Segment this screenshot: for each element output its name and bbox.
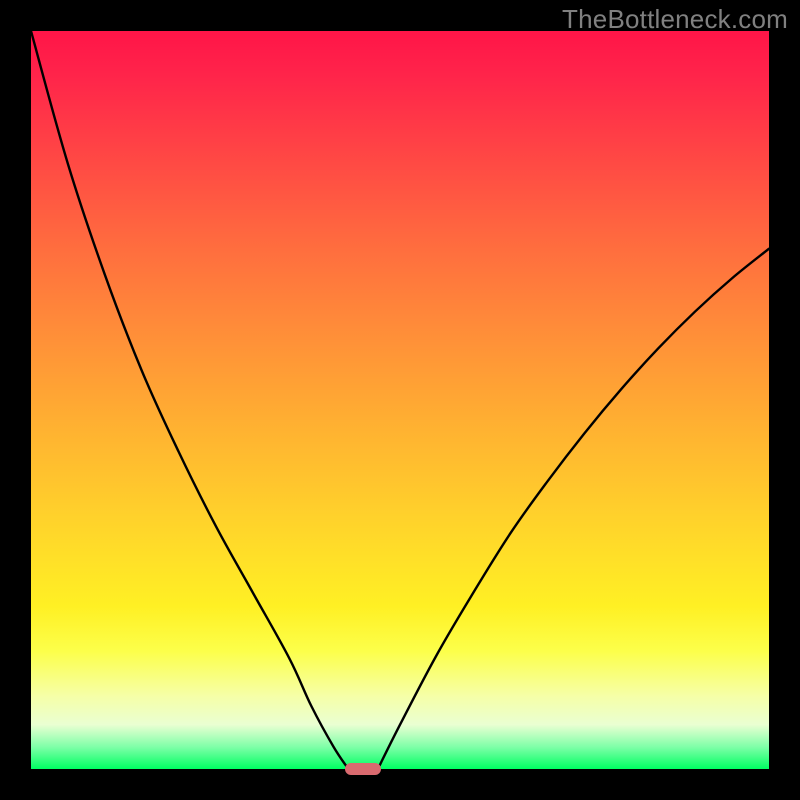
chart-container: TheBottleneck.com xyxy=(0,0,800,800)
right-branch-curve xyxy=(378,249,769,769)
min-point-marker xyxy=(345,763,381,775)
left-branch-curve xyxy=(31,31,348,769)
curve-layer xyxy=(31,31,769,769)
plot-area xyxy=(31,31,769,769)
watermark-text: TheBottleneck.com xyxy=(562,4,788,35)
